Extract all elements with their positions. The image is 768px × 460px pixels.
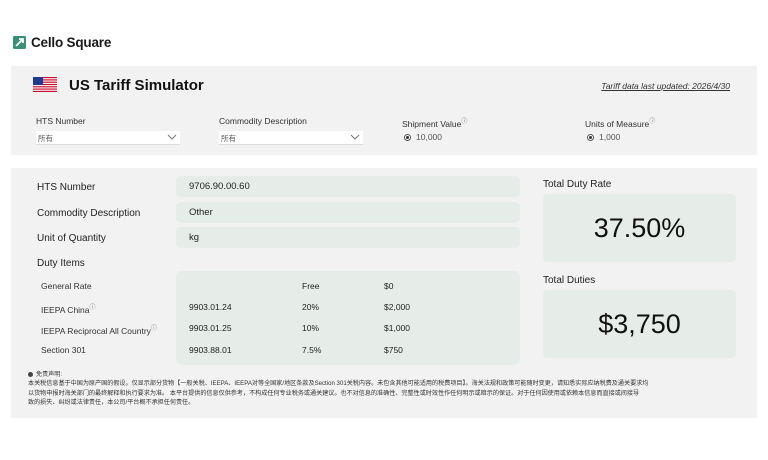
total-duty-rate-label: Total Duty Rate	[543, 179, 612, 190]
duty-item-name-text: IEEPA Reciprocal All Country	[41, 325, 151, 336]
total-duty-rate-card: 37.50%	[543, 194, 736, 262]
simulator-header-panel: US Tariff Simulator Tariff data last upd…	[11, 66, 757, 155]
units-filter: Units of Measureⓘ 1,000	[585, 116, 655, 142]
info-icon[interactable]: ⓘ	[649, 119, 655, 125]
unit-of-quantity-field: kg	[176, 227, 520, 248]
info-icon[interactable]: ⓘ	[151, 326, 157, 332]
commodity-description-field: Other	[176, 202, 520, 223]
duty-item-hts: 9903.88.01	[189, 345, 232, 355]
shipment-value-label: Shipment Valueⓘ	[402, 116, 467, 129]
total-duty-rate-value: 37.50%	[593, 212, 686, 243]
disclaimer: 免责声明: 本关税信息基于中国为原产国的假设。仅显示部分货物【一般关税、IEEP…	[28, 370, 740, 408]
units-value-text: 1,000	[599, 132, 621, 142]
duty-item-amount: $2,000	[384, 302, 410, 312]
shipment-value-label-text: Shipment Value	[402, 118, 462, 129]
hts-number-label: HTS Number	[37, 182, 96, 193]
duty-items-label: Duty Items	[37, 258, 85, 269]
hts-select-value: 所有	[38, 134, 53, 143]
hts-filter-label: HTS Number	[36, 116, 86, 126]
duty-item-amount: $1,000	[384, 323, 410, 333]
duty-item-amount: $750	[384, 345, 403, 355]
duty-item-name: Section 301	[41, 345, 86, 355]
duty-item-rate: 7.5%	[302, 345, 322, 355]
duty-item-hts: 9903.01.24	[189, 302, 232, 312]
disclaimer-header: 免责声明:	[28, 370, 740, 379]
shipment-value-text: 10,000	[416, 132, 442, 142]
duty-item-rate: Free	[302, 281, 320, 291]
hts-select[interactable]: 所有	[36, 131, 180, 145]
total-duties-label: Total Duties	[543, 275, 596, 286]
cello-square-logo[interactable]: Cello Square	[13, 35, 111, 50]
commodity-select-value: 所有	[221, 134, 236, 143]
info-icon[interactable]: ⓘ	[90, 305, 96, 311]
page-title: US Tariff Simulator	[69, 77, 204, 94]
units-radio[interactable]: 1,000	[587, 132, 620, 142]
commodity-select[interactable]: 所有	[219, 131, 363, 145]
unit-of-quantity-label: Unit of Quantity	[37, 233, 106, 244]
shipment-value-filter: Shipment Valueⓘ 10,000	[402, 116, 467, 142]
brand-name: Cello Square	[31, 35, 112, 50]
shipment-value-radio[interactable]: 10,000	[404, 132, 442, 142]
duty-item-hts: 9903.01.25	[189, 323, 232, 333]
cello-square-logo-icon	[13, 36, 26, 49]
bullet-icon	[28, 372, 33, 378]
duty-item-name: IEEPA Chinaⓘ	[41, 302, 96, 315]
units-label: Units of Measureⓘ	[585, 116, 655, 129]
units-label-text: Units of Measure	[585, 118, 650, 129]
radio-selected-icon[interactable]	[404, 133, 411, 141]
duty-item-name: General Rate	[41, 281, 92, 291]
total-duties-value: $3,750	[598, 308, 681, 339]
disclaimer-title: 免责声明:	[36, 371, 63, 378]
disclaimer-line: 致的损失、纠纷或法律责任，本公司/平台概不承担任何责任。	[28, 399, 195, 407]
total-duties-card: $3,750	[543, 290, 736, 358]
chevron-down-icon	[350, 134, 360, 140]
hts-number-field: 9706.90.00.60	[176, 176, 520, 197]
disclaimer-line: 本关税信息基于中国为原产国的假设。仅显示部分货物【一般关税、IEEPA、IEEP…	[28, 380, 649, 388]
commodity-description-value: Other	[189, 207, 213, 218]
duty-item-name: IEEPA Reciprocal All Countryⓘ	[41, 323, 157, 336]
duty-item-amount: $0	[384, 281, 394, 291]
chevron-down-icon	[167, 134, 177, 140]
radio-selected-icon[interactable]	[587, 133, 594, 141]
commodity-filter-label: Commodity Description	[219, 116, 307, 126]
disclaimer-line: 以货物申报时海关部门的最终解释和执行要求为准。 本平台提供的信息仅供参考，不构成…	[28, 389, 640, 397]
commodity-filter: Commodity Description 所有	[219, 116, 363, 145]
hts-number-value: 9706.90.00.60	[189, 181, 250, 192]
us-flag-icon	[33, 77, 57, 92]
info-icon[interactable]: ⓘ	[461, 119, 467, 125]
duty-item-rate: 20%	[302, 302, 320, 312]
unit-of-quantity-value: kg	[189, 232, 200, 243]
duty-item-name-text: IEEPA China	[41, 304, 90, 315]
duty-item-rate: 10%	[302, 323, 320, 333]
hts-filter: HTS Number 所有	[36, 116, 180, 145]
commodity-description-label: Commodity Description	[37, 208, 141, 219]
tariff-updated-link[interactable]: Tariff data last updated: 2026/4/30	[601, 81, 730, 91]
